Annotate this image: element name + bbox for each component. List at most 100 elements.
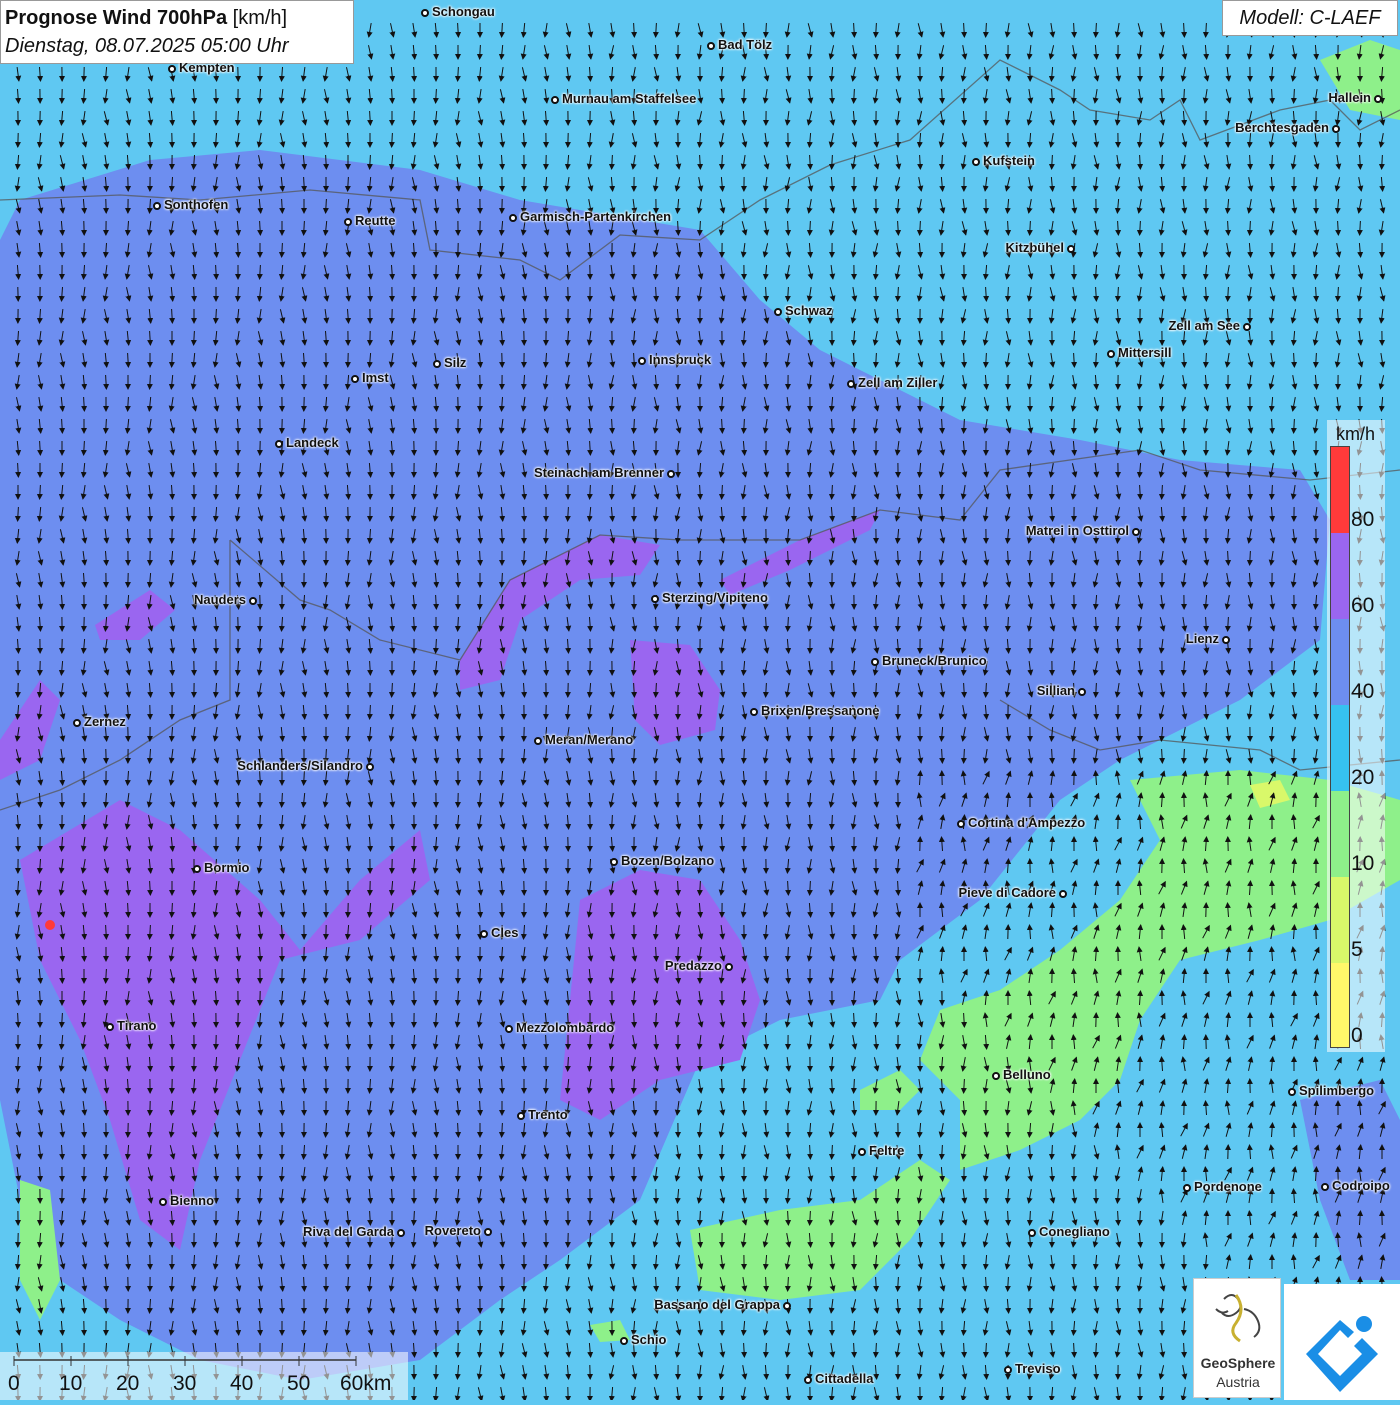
city-marker bbox=[1059, 890, 1067, 898]
city-marker bbox=[351, 375, 359, 383]
city-label: Cortina d'Ampezzo bbox=[968, 815, 1085, 830]
city-marker bbox=[847, 380, 855, 388]
scale-label-50: 50 bbox=[287, 1372, 310, 1396]
city-marker bbox=[1078, 688, 1086, 696]
city-label: Reutte bbox=[355, 213, 395, 228]
city-marker bbox=[725, 963, 733, 971]
city-label: Imst bbox=[362, 370, 389, 385]
city-marker bbox=[610, 858, 618, 866]
city-marker bbox=[73, 719, 81, 727]
city-marker bbox=[1321, 1183, 1329, 1191]
logo-text-austria: Austria bbox=[1196, 1374, 1280, 1390]
city-marker bbox=[275, 440, 283, 448]
title-datetime: Dienstag, 08.07.2025 05:00 Uhr bbox=[5, 32, 349, 60]
city-marker bbox=[707, 42, 715, 50]
city-label: Conegliano bbox=[1039, 1224, 1110, 1239]
legend-label-0: 0 bbox=[1351, 1024, 1363, 1048]
city-marker bbox=[153, 202, 161, 210]
legend-label-5: 5 bbox=[1351, 938, 1363, 962]
city-marker bbox=[1288, 1088, 1296, 1096]
legend-label-40: 40 bbox=[1351, 680, 1374, 704]
legend-label-10: 10 bbox=[1351, 852, 1374, 876]
city-label: Bad Tölz bbox=[718, 37, 772, 52]
city-label: Nauders bbox=[194, 592, 246, 607]
city-label: Bassano del Grappa bbox=[654, 1297, 780, 1312]
city-label: Kitzbühel bbox=[1006, 240, 1065, 255]
city-marker bbox=[366, 763, 374, 771]
city-label: Spilimbergo bbox=[1299, 1083, 1374, 1098]
scale-label-10: 10 bbox=[59, 1372, 82, 1396]
city-label: Zell am See bbox=[1168, 318, 1240, 333]
city-label: Predazzo bbox=[665, 958, 722, 973]
city-marker bbox=[783, 1302, 791, 1310]
city-marker bbox=[1183, 1184, 1191, 1192]
city-label: Cles bbox=[491, 925, 518, 940]
city-marker bbox=[159, 1198, 167, 1206]
scale-label-0: 0 bbox=[8, 1372, 20, 1396]
city-label: Kufstein bbox=[983, 153, 1035, 168]
city-label: Rovereto bbox=[425, 1223, 481, 1238]
title-unit: [km/h] bbox=[233, 7, 287, 29]
app-logo bbox=[1284, 1284, 1400, 1400]
city-label: Sonthofen bbox=[164, 197, 228, 212]
city-label: Riva del Garda bbox=[303, 1224, 394, 1239]
city-label: Belluno bbox=[1003, 1067, 1051, 1082]
city-marker bbox=[750, 708, 758, 716]
city-label: Sillian bbox=[1037, 683, 1075, 698]
scale-label-20: 20 bbox=[116, 1372, 139, 1396]
city-marker bbox=[871, 658, 879, 666]
city-marker bbox=[249, 597, 257, 605]
city-label: Bruneck/Brunico bbox=[882, 653, 987, 668]
city-marker bbox=[992, 1072, 1000, 1080]
city-label: Sterzing/Vipiteno bbox=[662, 590, 768, 605]
city-marker bbox=[804, 1376, 812, 1384]
mountain-logo-icon bbox=[1284, 1284, 1400, 1400]
city-marker bbox=[1374, 95, 1382, 103]
city-marker bbox=[651, 595, 659, 603]
city-label: Pieve di Cadore bbox=[958, 885, 1056, 900]
city-marker bbox=[638, 357, 646, 365]
city-marker bbox=[774, 308, 782, 316]
city-label: Zernez bbox=[84, 714, 126, 729]
city-marker bbox=[1132, 528, 1140, 536]
city-marker bbox=[620, 1337, 628, 1345]
city-marker bbox=[517, 1112, 525, 1120]
city-marker bbox=[484, 1228, 492, 1236]
city-marker bbox=[534, 737, 542, 745]
city-marker bbox=[1028, 1229, 1036, 1237]
legend-seg-0 bbox=[1331, 963, 1349, 1047]
city-label: Schwaz bbox=[785, 303, 833, 318]
city-label: Pordenone bbox=[1194, 1179, 1262, 1194]
city-label: Steinach am Brenner bbox=[534, 465, 664, 480]
city-label: Innsbruck bbox=[649, 352, 711, 367]
city-marker bbox=[1243, 323, 1251, 331]
city-label: Hallein bbox=[1328, 90, 1371, 105]
city-marker bbox=[972, 158, 980, 166]
model-label: Modell: C-LAEF bbox=[1222, 0, 1398, 36]
city-marker bbox=[433, 360, 441, 368]
legend-unit: km/h bbox=[1336, 424, 1375, 445]
city-label: Codroipo bbox=[1332, 1178, 1390, 1193]
city-label: Bienno bbox=[170, 1193, 214, 1208]
city-label: Meran/Merano bbox=[545, 732, 633, 747]
city-marker bbox=[667, 470, 675, 478]
city-label: Mezzolombardo bbox=[516, 1020, 614, 1035]
title-box: Prognose Wind 700hPa [km/h] Dienstag, 08… bbox=[0, 0, 354, 64]
city-label: Schlanders/Silandro bbox=[237, 758, 363, 773]
wind-band-80-plus bbox=[45, 920, 55, 930]
scale-label-30: 30 bbox=[173, 1372, 196, 1396]
geosphere-mark-icon bbox=[1194, 1279, 1280, 1349]
legend-label-60: 60 bbox=[1351, 594, 1374, 618]
scale-label-60km: 60km bbox=[340, 1372, 391, 1396]
city-label: Berchtesgaden bbox=[1235, 120, 1329, 135]
city-marker bbox=[168, 65, 176, 73]
legend-seg-80 bbox=[1331, 447, 1349, 533]
legend-seg-5 bbox=[1331, 877, 1349, 963]
title-main: Prognose Wind 700hPa bbox=[5, 7, 227, 29]
city-marker bbox=[106, 1023, 114, 1031]
city-marker bbox=[858, 1148, 866, 1156]
city-label: Cittadella bbox=[815, 1371, 874, 1386]
city-label: Feltre bbox=[869, 1143, 904, 1158]
city-marker bbox=[509, 214, 517, 222]
city-label: Bozen/Bolzano bbox=[621, 853, 714, 868]
